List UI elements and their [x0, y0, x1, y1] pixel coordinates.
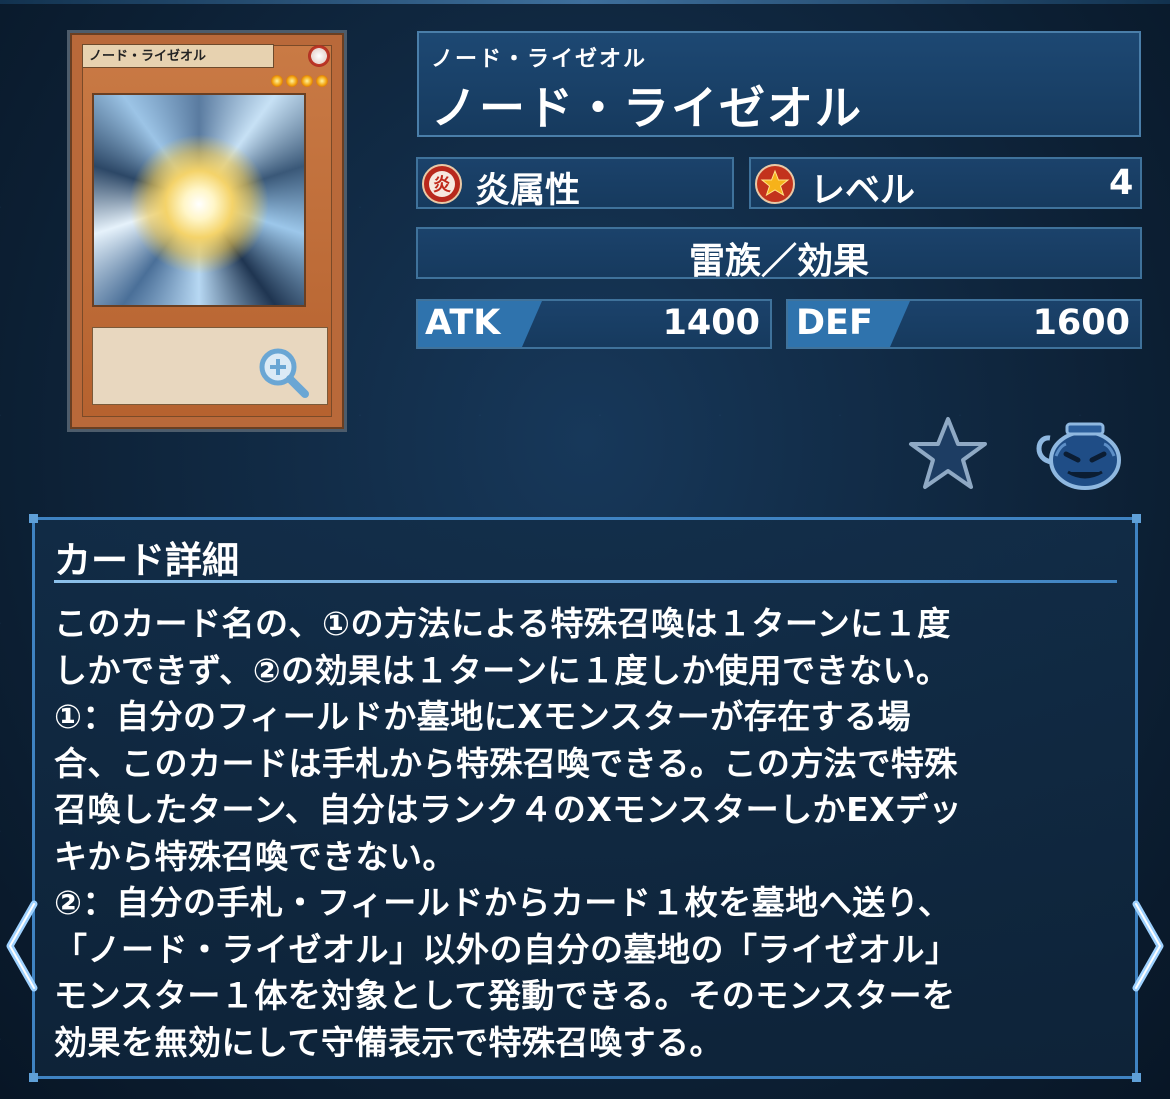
- level-star-icon: [755, 164, 795, 204]
- def-value: 1600: [1032, 303, 1130, 343]
- effect-line: 効果を無効にして守備表示で特殊召喚する。: [54, 1022, 724, 1062]
- effect-line: ①：自分のフィールドか墓地にXモンスターが存在する場: [54, 697, 912, 736]
- card-star-icon: [316, 75, 328, 87]
- top-divider: [0, 0, 1170, 4]
- card-name-reading: ノード・ライゼオル: [431, 47, 648, 72]
- card-attribute-icon: [308, 45, 330, 67]
- effect-line: しかできず、②の効果は１ターンに１度しか使用できない。: [54, 650, 950, 690]
- effect-line: モンスター１体を対象として発動できる。そのモンスターを: [54, 976, 956, 1015]
- level-box: [749, 157, 1142, 209]
- fire-attribute-icon: 炎: [422, 164, 462, 204]
- panel-corner: [29, 1073, 38, 1082]
- effect-line: キから特殊召喚できない。: [54, 836, 456, 876]
- details-title: カード詳細: [54, 539, 239, 582]
- panel-corner: [29, 514, 38, 523]
- card-name-plate: ノード・ライゼオル: [82, 44, 274, 68]
- panel-corner: [1132, 1073, 1141, 1082]
- star-icon[interactable]: [908, 416, 988, 490]
- effect-line: 召喚したターン、自分はランク４のXモンスターしかEXデッ: [54, 790, 963, 829]
- atk-label: ATK: [425, 303, 501, 343]
- effect-line: このカード名の、①の方法による特殊召喚は１ターンに１度: [54, 604, 951, 643]
- def-label: DEF: [796, 303, 873, 343]
- panel-corner: [1132, 514, 1141, 523]
- atk-value: 1400: [662, 303, 760, 343]
- card-star-icon: [271, 75, 283, 87]
- card-star-icon: [301, 75, 313, 87]
- type-line: 雷族／効果: [688, 241, 869, 282]
- card-name-title: ノード・ライゼオル: [431, 81, 863, 135]
- level-value: 4: [1109, 163, 1134, 203]
- level-label: レベル: [810, 171, 916, 211]
- svg-text:炎: 炎: [433, 175, 451, 196]
- details-divider: [54, 580, 1117, 583]
- card-artwork: [92, 93, 306, 307]
- chevron-right-icon[interactable]: [1127, 898, 1170, 994]
- effect-line: 合、このカードは手札から特殊召喚できる。この方法で特殊: [54, 743, 958, 783]
- chevron-left-icon[interactable]: [0, 898, 44, 994]
- card-effect-text: このカード名の、①の方法による特殊召喚は１ターンに１度 しかできず、②の効果は１…: [54, 601, 1116, 1066]
- card-star-icon: [286, 75, 298, 87]
- zoom-icon[interactable]: [253, 343, 313, 403]
- effect-line: 「ノード・ライゼオル」以外の自分の墓地の「ライゼオル」: [54, 929, 959, 969]
- card-level-stars: [271, 75, 328, 87]
- pot-of-greed-icon[interactable]: [1030, 416, 1124, 492]
- attribute-label: 炎属性: [475, 171, 581, 211]
- effect-line: ②：自分の手札・フィールドからカード１枚を墓地へ送り、: [54, 883, 952, 922]
